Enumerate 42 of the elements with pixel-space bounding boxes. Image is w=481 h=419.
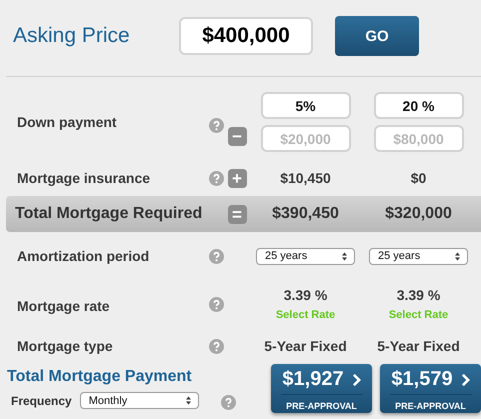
value-text: $10,450 (280, 170, 331, 186)
amount-input[interactable]: $20,000 (260, 125, 350, 152)
help-icon[interactable] (208, 170, 224, 186)
select-field[interactable]: 25 years (256, 248, 355, 264)
help-icon[interactable] (208, 296, 224, 312)
payment-button[interactable]: $1,927 PRE-APPROVAL (271, 364, 372, 413)
operator-sign: − (228, 126, 246, 146)
updown-icon (186, 396, 191, 405)
updown-icon (455, 252, 460, 260)
rate-text: 3.39 % (284, 287, 328, 303)
go-button[interactable]: GO (335, 16, 419, 56)
row-label: Mortgage insurance (17, 170, 152, 186)
amount-input[interactable]: $80,000 (374, 125, 464, 152)
chevron-icon (460, 372, 470, 386)
percent-input[interactable]: 20 % (374, 92, 464, 119)
frequency-select[interactable]: Monthly (80, 392, 199, 409)
operator-sign: = (228, 204, 246, 224)
payment-title: Total Mortgage Payment (7, 368, 193, 386)
frequency-label: Frequency (11, 394, 72, 408)
value-text: 5-Year Fixed (264, 338, 347, 354)
help-icon[interactable] (208, 118, 224, 132)
updown-icon (342, 252, 347, 260)
rate-text: 3.39 % (396, 287, 440, 303)
row-label: Total Mortgage Required (15, 204, 204, 224)
row-label: Amortization period (17, 248, 150, 264)
help-icon[interactable] (208, 338, 224, 354)
help-icon[interactable] (208, 248, 224, 264)
select-field[interactable]: 25 years (369, 248, 468, 264)
operator-sign: + (228, 168, 246, 188)
payment-button[interactable]: $1,579 PRE-APPROVAL (380, 364, 481, 413)
price-input[interactable]: $400,000 (179, 17, 313, 55)
value-text: $0 (410, 170, 426, 186)
row-label: Mortgage rate (17, 298, 111, 314)
value-text: 5-Year Fixed (377, 338, 460, 354)
row-label: Down payment (17, 114, 118, 130)
asking-price-label: Asking Price (13, 24, 131, 48)
help-icon[interactable] (220, 395, 236, 410)
total-value: $390,450 (272, 205, 339, 223)
total-value: $320,000 (385, 205, 452, 223)
percent-input[interactable]: 5% (260, 92, 350, 119)
row-label: Mortgage type (17, 338, 114, 354)
chevron-icon (352, 372, 361, 386)
